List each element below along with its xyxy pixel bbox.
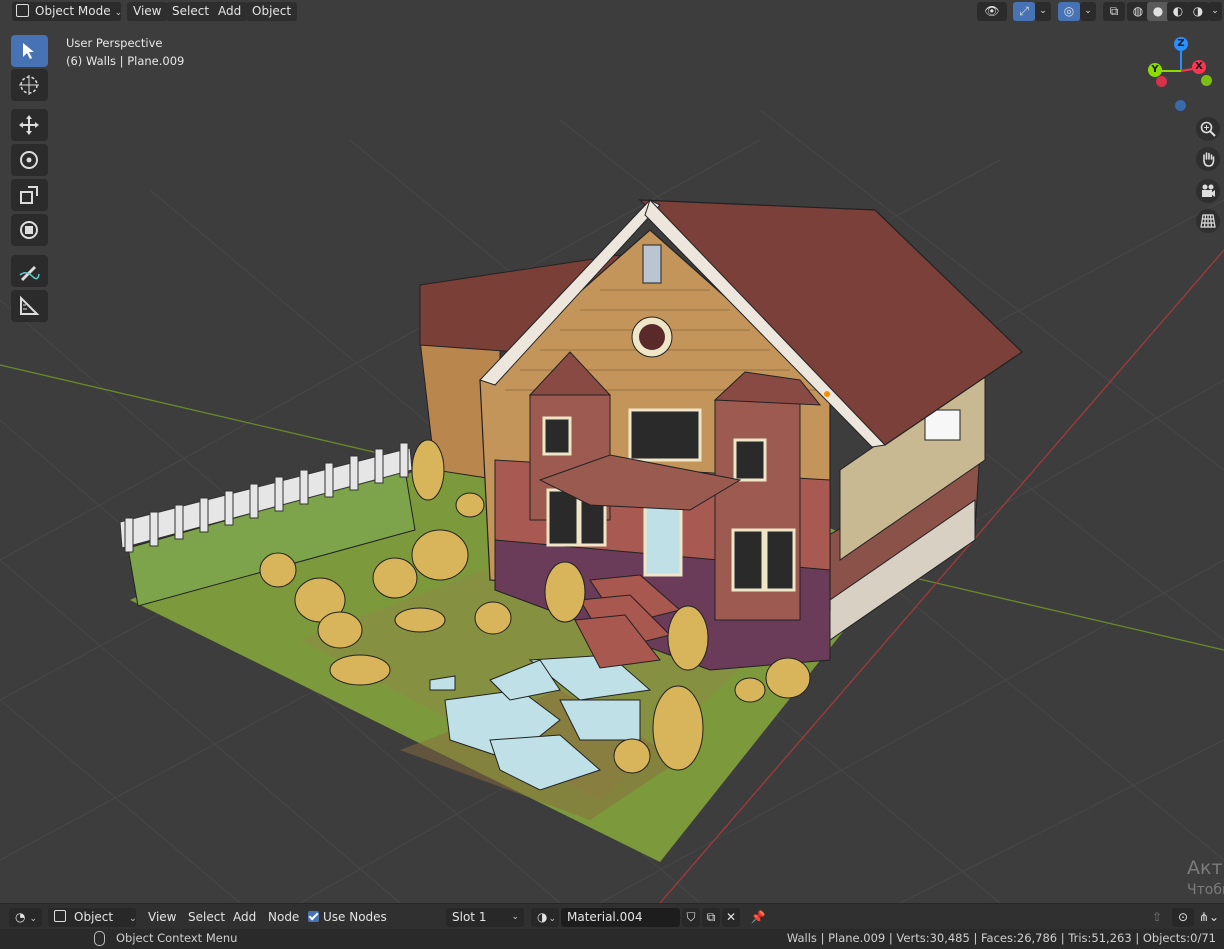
hand-icon [1203, 152, 1215, 167]
view-name: User Perspective [66, 36, 163, 50]
gizmo-toggle-icon[interactable]: ⤢ [1013, 2, 1035, 21]
object-type-icon [54, 910, 66, 922]
gizmo-neg-x[interactable] [1156, 76, 1167, 87]
chevron-down-icon: ⌄ [511, 912, 519, 922]
chevron-down-icon[interactable]: ⌄ [1080, 2, 1096, 21]
perspective-toggle-button[interactable] [1196, 209, 1220, 233]
camera-icon [1202, 184, 1215, 197]
mode-selector[interactable]: Object Mode ⌄ [12, 2, 123, 21]
chevron-down-icon: ⌄ [29, 914, 38, 924]
scale-tool[interactable] [11, 179, 48, 211]
measure-tool[interactable] [11, 290, 48, 322]
use-nodes-label: Use Nodes [323, 910, 387, 924]
material-sphere-icon: ◑ [537, 910, 548, 924]
chevron-down-icon: ⌄ [548, 914, 557, 924]
status-bar: Object Context Menu Walls | Plane.009 | … [0, 929, 1224, 949]
unlink-close-icon[interactable]: ✕ [722, 908, 740, 927]
chevron-down-icon[interactable]: ⌄ [1208, 2, 1222, 21]
pan-button[interactable] [1196, 147, 1220, 171]
gizmo-neg-y[interactable] [1201, 75, 1212, 86]
chevron-down-icon[interactable]: ⌄ [1035, 2, 1051, 21]
activation-watermark-sub: Чтобы [1187, 882, 1224, 898]
node-menu-view[interactable]: View [142, 908, 182, 927]
snapping-icon[interactable]: ⊙ [1172, 908, 1194, 927]
rotate-tool[interactable] [11, 144, 48, 176]
material-shading-icon[interactable]: ◐ [1167, 2, 1189, 21]
shader-type-selector[interactable]: Object ⌄ [48, 908, 137, 927]
slot-label: Slot 1 [452, 910, 487, 924]
node-editor-icon: ◔ [15, 910, 26, 924]
activation-watermark: Акти [1187, 857, 1224, 879]
pin-icon[interactable]: 📌 [748, 908, 768, 927]
select-cursor-icon [23, 43, 34, 59]
shader-type-label: Object [74, 910, 114, 924]
visibility-icon[interactable]: 👁 [977, 2, 1007, 21]
select-box-tool[interactable] [11, 35, 48, 67]
cursor-tool[interactable] [11, 69, 48, 101]
overlays-icon[interactable]: ◎ [1058, 2, 1080, 21]
node-menu-add[interactable]: Add [227, 908, 262, 927]
move-tool[interactable] [11, 109, 48, 141]
transform-icon [20, 221, 38, 239]
menu-add[interactable]: Add [212, 2, 248, 21]
object-origin [824, 391, 830, 397]
active-object: (6) Walls | Plane.009 [66, 54, 185, 68]
parent-node-tree-icon[interactable]: ⇧ [1147, 908, 1167, 927]
scene-render[interactable] [0, 0, 1224, 903]
node-menu-select[interactable]: Select [182, 908, 231, 927]
duplicate-icon[interactable]: ⧉ [702, 908, 720, 927]
mode-label: Object Mode [35, 4, 111, 18]
pencil-icon [19, 266, 40, 281]
xray-toggle-icon[interactable]: ⧉ [1103, 2, 1125, 21]
transform-tool[interactable] [11, 214, 48, 246]
solid-shading-icon[interactable]: ● [1147, 2, 1169, 21]
scene-statistics: Walls | Plane.009 | Verts:30,485 | Faces… [786, 931, 1216, 945]
zoom-icon [1200, 121, 1216, 137]
ruler-icon [20, 295, 40, 315]
camera-view-button[interactable] [1196, 179, 1220, 203]
gizmo-y[interactable]: Y [1148, 63, 1162, 77]
node-menu-node[interactable]: Node [262, 908, 305, 927]
chevron-down-icon: ⌄ [129, 914, 137, 924]
grid-icon [1200, 214, 1216, 228]
node-editor-header: ◔ ⌄ Object ⌄ View Select Add Node Use Node… [0, 903, 1224, 930]
status-hint: Object Context Menu [116, 931, 238, 945]
viewport-info: User Perspective (6) Walls | Plane.009 [66, 34, 184, 70]
annotate-tool[interactable] [11, 255, 48, 287]
rendered-shading-icon[interactable]: ◑ [1187, 2, 1209, 21]
fake-user-shield-icon[interactable]: ⛉ [682, 908, 700, 927]
mouse-right-click-icon [94, 931, 105, 946]
front-door [643, 503, 683, 577]
material-name-field[interactable]: Material.004 [561, 908, 680, 927]
3d-viewport[interactable]: Object Mode ⌄ View Select Add Object 👁 ⤢ … [0, 0, 1224, 903]
gizmo-neg-z[interactable] [1175, 100, 1186, 111]
material-browse-button[interactable]: ◑⌄ [531, 908, 559, 927]
wireframe-shading-icon[interactable]: ◍ [1127, 2, 1149, 21]
gizmo-z[interactable]: Z [1174, 37, 1188, 51]
snap-target-icon[interactable]: ⋔⌄ [1196, 908, 1222, 927]
editor-type-selector[interactable]: ◔ ⌄ [9, 908, 42, 927]
slot-selector[interactable]: Slot 1 ⌄ [446, 908, 524, 927]
menu-select[interactable]: Select [166, 2, 216, 21]
chevron-down-icon: ⌄ [114, 8, 123, 18]
object-mode-icon [16, 4, 29, 17]
menu-view[interactable]: View [127, 2, 168, 21]
gizmo-x[interactable]: X [1192, 60, 1206, 74]
checkbox-checked-icon[interactable] [308, 911, 319, 922]
navigation-gizmo[interactable]: Z X Y [1140, 36, 1220, 116]
use-nodes-toggle[interactable]: Use Nodes [302, 908, 393, 927]
viewport-header: Object Mode ⌄ View Select Add Object 👁 ⤢ … [0, 0, 1224, 24]
scale-icon [20, 186, 38, 204]
menu-object[interactable]: Object [246, 2, 298, 21]
crosshair-icon [19, 75, 39, 95]
zoom-button[interactable] [1196, 117, 1220, 141]
rotate-icon [20, 151, 38, 169]
move-arrows-icon [19, 115, 39, 135]
